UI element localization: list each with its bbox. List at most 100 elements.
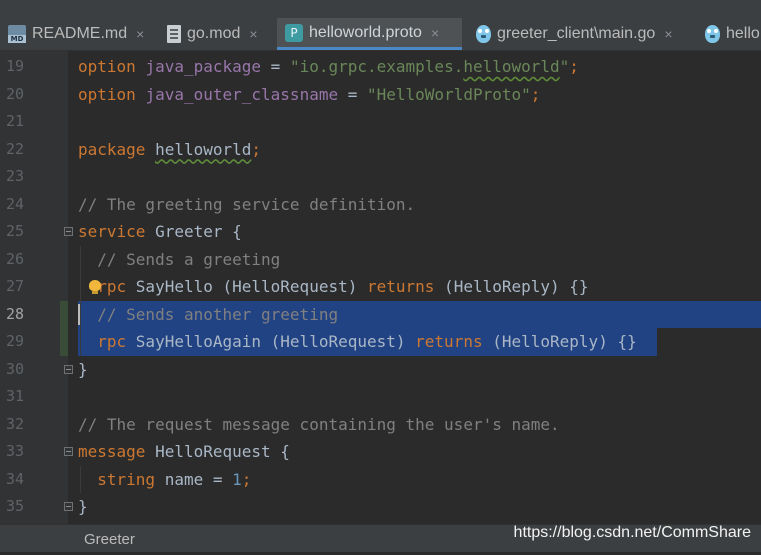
code-line[interactable]: 26 // Sends a greeting bbox=[0, 246, 761, 274]
fold-collapse-icon[interactable] bbox=[64, 227, 73, 236]
code-token: } bbox=[78, 497, 88, 516]
code-token: returns bbox=[366, 277, 435, 296]
close-icon[interactable]: × bbox=[664, 26, 672, 42]
code-token: name = bbox=[164, 469, 233, 489]
code-line[interactable]: 19 option java_package = "io.grpc.example… bbox=[0, 53, 761, 81]
go-gopher-icon bbox=[476, 25, 491, 43]
code-text: package helloworld; bbox=[78, 136, 261, 164]
fold-collapse-icon[interactable] bbox=[64, 447, 73, 456]
code-token: (HelloReply) {} bbox=[482, 332, 637, 351]
code-token: returns bbox=[415, 332, 483, 351]
code-line[interactable]: 33 message HelloRequest { bbox=[0, 438, 761, 466]
code-line[interactable]: 24 // The greeting service definition. bbox=[0, 191, 761, 219]
lightbulb-icon[interactable] bbox=[89, 280, 101, 294]
code-text: } bbox=[78, 356, 88, 384]
code-token: // The request message containing the us… bbox=[78, 414, 560, 434]
line-number: 35 bbox=[5, 497, 24, 515]
line-number: 31 bbox=[5, 387, 24, 405]
line-number: 23 bbox=[5, 167, 24, 185]
code-token: " bbox=[559, 57, 570, 76]
code-line[interactable]: 21 bbox=[0, 108, 761, 136]
tab-go-mod[interactable]: go.mod × bbox=[159, 18, 258, 50]
code-line[interactable]: 25 service Greeter { bbox=[0, 218, 761, 246]
code-token: rpc bbox=[78, 277, 136, 296]
code-token: package bbox=[78, 139, 156, 159]
code-line[interactable]: 34 string name = 1; bbox=[0, 466, 761, 494]
line-number: 33 bbox=[5, 442, 24, 460]
editor-tab-bar: README.md × go.mod × P helloworld.proto … bbox=[0, 0, 761, 51]
code-token: "io.grpc.examples. bbox=[289, 57, 464, 76]
code-text: option java_outer_classname = "HelloWorl… bbox=[78, 81, 540, 109]
code-token: 1 bbox=[232, 469, 242, 489]
text-file-icon bbox=[167, 25, 181, 43]
close-icon[interactable]: × bbox=[136, 26, 144, 42]
breadcrumb-item-greeter[interactable]: Greeter bbox=[84, 525, 135, 552]
line-number: 32 bbox=[5, 414, 24, 433]
code-token: HelloRequest { bbox=[155, 442, 290, 461]
watermark-text: https://blog.csdn.net/CommShare bbox=[513, 524, 751, 541]
code-token: = bbox=[338, 84, 367, 104]
code-token: ; bbox=[251, 139, 262, 159]
vcs-change-marker[interactable] bbox=[60, 300, 68, 356]
fold-end-icon[interactable] bbox=[64, 502, 73, 511]
line-number: 24 bbox=[5, 194, 24, 213]
code-token: option bbox=[78, 84, 146, 104]
code-token: java_outer_classname bbox=[145, 84, 339, 104]
tab-label: README.md bbox=[32, 25, 128, 42]
code-editor[interactable]: 19 option java_package = "io.grpc.example… bbox=[0, 51, 761, 524]
code-token: (HelloReply) {} bbox=[434, 277, 589, 296]
code-text: service Greeter { bbox=[78, 218, 242, 246]
code-text: } bbox=[78, 493, 88, 521]
code-text: // The greeting service definition. bbox=[78, 191, 415, 219]
code-line[interactable]: 35} bbox=[0, 493, 761, 521]
code-line[interactable]: 23 bbox=[0, 163, 761, 191]
line-number: 34 bbox=[5, 469, 24, 488]
close-icon[interactable]: × bbox=[431, 25, 439, 41]
code-token: ; bbox=[569, 57, 579, 76]
line-number: 27 bbox=[5, 277, 24, 295]
tab-helloworld-proto[interactable]: P helloworld.proto × bbox=[277, 18, 462, 50]
tab-greeter-client-main-go[interactable]: greeter_client\main.go × bbox=[468, 18, 673, 50]
fold-end-icon[interactable] bbox=[64, 364, 73, 374]
code-line[interactable]: 32 // The request message containing the … bbox=[0, 411, 761, 439]
code-token: // The greeting service definition. bbox=[78, 194, 416, 214]
line-number: 29 bbox=[5, 332, 24, 350]
code-line[interactable]: 27 rpc SayHello (HelloRequest) returns (… bbox=[0, 273, 761, 301]
markdown-file-icon bbox=[8, 25, 26, 43]
code-line[interactable]: 22 package helloworld; bbox=[0, 136, 761, 164]
code-token: SayHello (HelloRequest) bbox=[135, 277, 367, 296]
protobuf-file-icon: P bbox=[285, 23, 303, 42]
code-text: rpc SayHello (HelloRequest) returns (Hel… bbox=[78, 273, 589, 301]
code-token: java_package bbox=[145, 57, 262, 76]
code-token: // Sends a greeting bbox=[78, 249, 281, 269]
tab-label: helloworld.proto bbox=[309, 23, 422, 41]
code-token: } bbox=[78, 359, 88, 379]
code-line[interactable]: 20 option java_outer_classname = "HelloWo… bbox=[0, 81, 761, 109]
tab-label: hello bbox=[726, 25, 760, 42]
line-number: 30 bbox=[5, 359, 24, 378]
code-line[interactable]: 28 // Sends another greeting bbox=[0, 300, 761, 329]
code-token: service bbox=[78, 222, 156, 241]
code-token: Greeter { bbox=[155, 222, 242, 241]
code-text: // Sends a greeting bbox=[78, 246, 280, 274]
code-line[interactable]: 31 bbox=[0, 383, 761, 411]
indent-guide bbox=[80, 465, 81, 493]
code-token: option bbox=[78, 57, 146, 76]
code-line[interactable]: 29 rpc SayHelloAgain (HelloRequest) retu… bbox=[0, 328, 761, 356]
code-token: SayHelloAgain (HelloRequest) bbox=[135, 332, 416, 351]
code-text: message HelloRequest { bbox=[78, 438, 290, 466]
line-number: 20 bbox=[5, 84, 24, 103]
line-number: 19 bbox=[5, 57, 24, 75]
code-token: string bbox=[78, 469, 165, 489]
code-token: = bbox=[261, 57, 290, 76]
code-text: // Sends another greeting bbox=[78, 301, 338, 329]
line-number: 21 bbox=[5, 112, 24, 130]
tab-hello[interactable]: hello bbox=[697, 18, 760, 50]
code-line[interactable]: 30} bbox=[0, 356, 761, 384]
tab-label: greeter_client\main.go bbox=[497, 25, 656, 42]
code-text: option java_package = "io.grpc.examples.… bbox=[78, 53, 579, 81]
tab-readme[interactable]: README.md × bbox=[0, 18, 144, 50]
close-icon[interactable]: × bbox=[249, 26, 257, 42]
go-gopher-icon bbox=[705, 25, 720, 43]
code-token: message bbox=[78, 442, 156, 461]
